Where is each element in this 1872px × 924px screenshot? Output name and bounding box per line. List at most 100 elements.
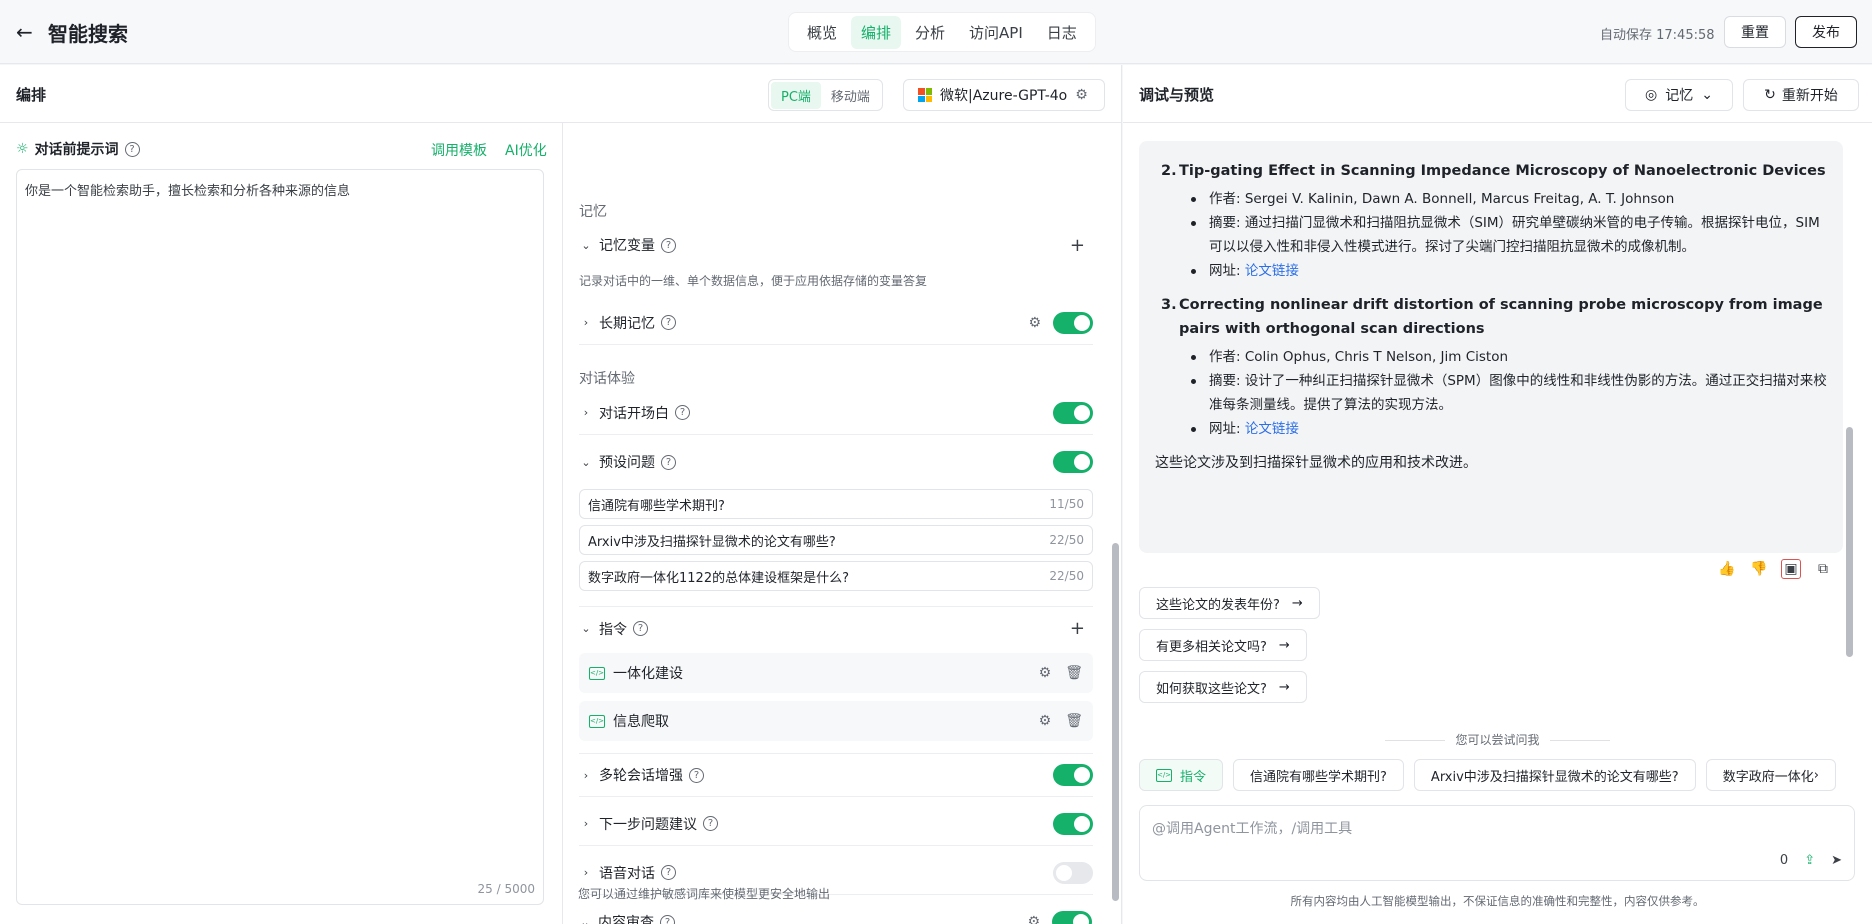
gear-icon[interactable]: ⚙ bbox=[1039, 713, 1052, 729]
platform-pc[interactable]: PC端 bbox=[771, 81, 821, 109]
chevron-down-icon[interactable]: ⌄ bbox=[579, 456, 593, 469]
send-icon[interactable]: ➤ bbox=[1831, 853, 1842, 868]
review-row[interactable]: ⌄ 内容审查 ? ⚙ bbox=[578, 900, 1092, 924]
help-icon[interactable]: ? bbox=[675, 405, 690, 420]
help-icon[interactable]: ? bbox=[661, 237, 676, 253]
back-arrow-icon[interactable]: ← bbox=[16, 20, 40, 44]
prompt-textarea[interactable]: 你是一个智能检索助手，擅长检索和分析各种来源的信息 25 / 5000 bbox=[16, 169, 544, 905]
model-settings-icon[interactable]: ⚙ bbox=[1075, 87, 1088, 103]
memory-button[interactable]: ◎ 记忆 ⌄ bbox=[1625, 79, 1733, 111]
command-chip[interactable]: </> 指令 bbox=[1139, 759, 1224, 791]
opening-toggle[interactable] bbox=[1053, 401, 1093, 424]
reset-button[interactable]: 重置 bbox=[1724, 16, 1786, 48]
memory-variable-row[interactable]: ⌄ 记忆变量 ? + bbox=[579, 225, 1093, 265]
paper-details: 作者: Colin Ophus, Chris T Nelson, Jim Cis… bbox=[1179, 345, 1827, 441]
opening-row[interactable]: › 对话开场白 ? bbox=[579, 391, 1093, 435]
refresh-icon: ↻ bbox=[1764, 87, 1776, 103]
chevron-right-icon[interactable]: › bbox=[579, 866, 593, 879]
chevron-down-icon[interactable]: ⌄ bbox=[578, 916, 592, 924]
command-label: 信息爬取 bbox=[613, 714, 669, 730]
copy-icon[interactable]: ⧉ bbox=[1813, 559, 1833, 579]
template-link[interactable]: 调用模板 bbox=[431, 140, 487, 160]
paper-item: 3. Correcting nonlinear drift distortion … bbox=[1161, 293, 1827, 441]
help-icon[interactable]: ? bbox=[661, 315, 676, 330]
next-suggest-toggle[interactable] bbox=[1053, 812, 1093, 835]
multi-turn-toggle[interactable] bbox=[1053, 764, 1093, 786]
gear-icon[interactable]: ⚙ bbox=[1039, 665, 1052, 681]
question-chip[interactable]: 信通院有哪些学术期刊? bbox=[1233, 759, 1404, 791]
answer-conclusion: 这些论文涉及到扫描探针显微术的应用和技术改进。 bbox=[1155, 455, 1477, 471]
command-item[interactable]: </> 信息爬取 ⚙ 🗑 bbox=[579, 701, 1093, 741]
question-chip[interactable]: 数字政府一体化 › bbox=[1705, 759, 1836, 791]
help-icon[interactable]: ? bbox=[661, 454, 676, 470]
preset-question-input[interactable]: 信通院有哪些学术期刊? 11/50 bbox=[579, 489, 1093, 519]
editor-title: 编排 bbox=[16, 86, 47, 104]
input-count: 0 bbox=[1779, 853, 1789, 868]
ai-optimize-link[interactable]: AI优化 bbox=[505, 140, 547, 160]
upload-icon[interactable]: ⇪ bbox=[1804, 853, 1815, 868]
chevron-right-icon[interactable]: › bbox=[1814, 768, 1819, 783]
chevron-right-icon[interactable]: › bbox=[579, 406, 593, 419]
paper-title: 3. Correcting nonlinear drift distortion … bbox=[1161, 293, 1827, 341]
command-item[interactable]: </> 一体化建设 ⚙ 🗑 bbox=[579, 653, 1093, 693]
chip-label: 指令 bbox=[1180, 769, 1207, 785]
add-icon[interactable]: + bbox=[1070, 235, 1085, 256]
thumbs-down-icon[interactable]: 👎 bbox=[1749, 559, 1769, 579]
chat-input[interactable]: @调用Agent工作流，/调用工具 0 ⇪ ➤ bbox=[1139, 805, 1855, 881]
tab-logs[interactable]: 日志 bbox=[1037, 16, 1087, 49]
screen-icon[interactable]: ▣ bbox=[1781, 559, 1801, 579]
preset-question-input[interactable]: Arxiv中涉及扫描探针显微术的论文有哪些? 22/50 bbox=[579, 525, 1093, 555]
multi-turn-row[interactable]: › 多轮会话增强 ? bbox=[579, 753, 1093, 797]
help-icon[interactable]: ? bbox=[703, 816, 718, 831]
gear-icon[interactable]: ⚙ bbox=[1028, 315, 1041, 331]
help-icon[interactable]: ? bbox=[661, 865, 676, 880]
add-icon[interactable]: + bbox=[1070, 618, 1085, 639]
review-toggle[interactable] bbox=[1052, 911, 1092, 924]
preset-question-input[interactable]: 数字政府一体化1122的总体建设框架是什么? 22/50 bbox=[579, 561, 1093, 591]
preset-questions-row[interactable]: ⌄ 预设问题 ? bbox=[579, 440, 1093, 484]
chevron-down-icon[interactable]: ⌄ bbox=[579, 622, 593, 635]
model-name: 微软|Azure-GPT-4o bbox=[940, 88, 1068, 104]
suggestion-button[interactable]: 有更多相关论文吗? → bbox=[1139, 629, 1307, 661]
voice-toggle[interactable] bbox=[1053, 861, 1093, 884]
thumbs-up-icon[interactable]: 👍 bbox=[1717, 559, 1737, 579]
help-icon[interactable]: ? bbox=[660, 914, 675, 924]
chat-group-label: 对话体验 bbox=[579, 371, 635, 387]
question-chip[interactable]: Arxiv中涉及扫描探针显微术的论文有哪些? bbox=[1413, 759, 1696, 791]
chat-input-placeholder: @调用Agent工作流，/调用工具 bbox=[1152, 821, 1353, 837]
help-icon[interactable]: ? bbox=[633, 621, 648, 636]
trash-icon[interactable]: 🗑 bbox=[1065, 665, 1083, 681]
tab-orchestrate[interactable]: 编排 bbox=[851, 15, 902, 49]
platform-mobile[interactable]: 移动端 bbox=[821, 82, 880, 109]
long-memory-row[interactable]: › 长期记忆 ? ⚙ bbox=[579, 301, 1093, 345]
restart-button[interactable]: ↻ 重新开始 bbox=[1743, 79, 1859, 111]
trash-icon[interactable]: 🗑 bbox=[1065, 713, 1083, 729]
memory-variable-label: 记忆变量 bbox=[599, 238, 655, 254]
model-selector[interactable]: 微软|Azure-GPT-4o ⚙ bbox=[903, 79, 1105, 111]
tab-overview[interactable]: 概览 bbox=[797, 16, 847, 49]
editor-pane: 编排 PC端 移动端 微软|Azure-GPT-4o ⚙ ☼ 对话前提示词 ? … bbox=[0, 65, 1122, 924]
tab-api[interactable]: 访问API bbox=[959, 16, 1033, 49]
preview-header: 调试与预览 ◎ 记忆 ⌄ ↻ 重新开始 bbox=[1123, 65, 1872, 123]
prompt-count: 25 / 5000 bbox=[477, 882, 535, 896]
chevron-down-icon[interactable]: ⌄ bbox=[579, 239, 593, 252]
config-scrollbar[interactable] bbox=[1112, 543, 1119, 901]
publish-button[interactable]: 发布 bbox=[1795, 16, 1857, 48]
help-icon[interactable]: ? bbox=[689, 767, 704, 783]
long-memory-toggle[interactable] bbox=[1053, 311, 1093, 334]
suggestion-button[interactable]: 如何获取这些论文? → bbox=[1139, 671, 1307, 703]
tab-analysis[interactable]: 分析 bbox=[905, 16, 955, 49]
chevron-right-icon[interactable]: › bbox=[579, 769, 593, 782]
gear-icon[interactable]: ⚙ bbox=[1027, 914, 1040, 924]
chevron-right-icon[interactable]: › bbox=[579, 817, 593, 830]
paper-link[interactable]: 论文链接 bbox=[1245, 263, 1299, 279]
prompt-label: ☼ 对话前提示词 ? bbox=[16, 139, 140, 159]
preset-questions-toggle[interactable] bbox=[1053, 451, 1093, 473]
preview-scrollbar[interactable] bbox=[1846, 427, 1853, 657]
next-suggest-row[interactable]: › 下一步问题建议 ? bbox=[579, 802, 1093, 846]
suggestion-button[interactable]: 这些论文的发表年份? → bbox=[1139, 587, 1320, 619]
commands-row[interactable]: ⌄ 指令 ? + bbox=[579, 606, 1093, 650]
help-icon[interactable]: ? bbox=[124, 141, 140, 157]
chevron-right-icon[interactable]: › bbox=[579, 316, 593, 329]
paper-link[interactable]: 论文链接 bbox=[1245, 421, 1299, 437]
